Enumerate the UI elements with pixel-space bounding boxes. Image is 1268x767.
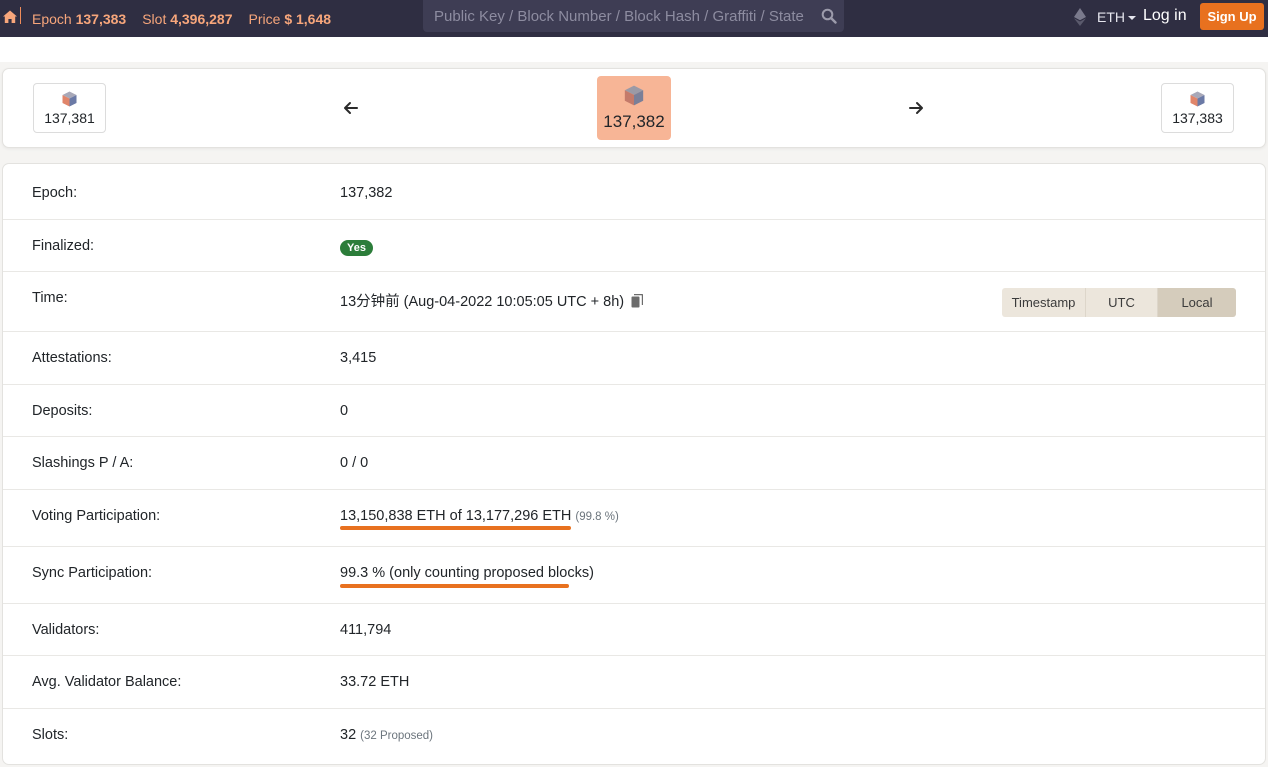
epoch-stat-label: Epoch bbox=[32, 10, 72, 27]
currency-dropdown[interactable]: ETH bbox=[1097, 9, 1136, 25]
search-icon[interactable] bbox=[821, 8, 837, 24]
detail-row-finalized: Finalized: Yes bbox=[3, 220, 1265, 272]
navbar-divider bbox=[20, 7, 21, 24]
slashings-label: Slashings P / A: bbox=[32, 455, 134, 471]
cube-icon bbox=[624, 85, 644, 105]
copy-icon[interactable] bbox=[631, 294, 644, 308]
search-bar bbox=[423, 0, 844, 32]
previous-epoch-number: 137,381 bbox=[44, 109, 95, 126]
slot-stat[interactable]: Slot 4,396,287 bbox=[142, 11, 232, 27]
time-label: Time: bbox=[32, 290, 68, 306]
slots-label: Slots: bbox=[32, 727, 69, 743]
navbar-spacer bbox=[0, 37, 1268, 62]
validators-label: Validators: bbox=[32, 622, 100, 638]
time-value: 13分钟前 (Aug-04-2022 10:05:05 UTC + 8h) bbox=[340, 294, 625, 310]
epoch-navigator: 137,381 137,382 137,383 bbox=[2, 68, 1266, 148]
sync-participation-value: 99.3 % (only counting proposed blocks) bbox=[340, 565, 594, 581]
local-button[interactable]: Local bbox=[1158, 288, 1236, 317]
avg-validator-balance-label: Avg. Validator Balance: bbox=[32, 674, 182, 690]
validators-value: 411,794 bbox=[340, 622, 392, 638]
network-stats: Epoch 137,383 Slot 4,396,287 Price $ 1,6… bbox=[32, 0, 347, 37]
sync-participation-label: Sync Participation: bbox=[32, 565, 153, 581]
current-epoch-card: 137,382 bbox=[597, 76, 671, 140]
previous-epoch-card[interactable]: 137,381 bbox=[33, 83, 106, 133]
login-link[interactable]: Log in bbox=[1143, 7, 1187, 25]
voting-highlight-underline bbox=[340, 526, 571, 530]
slot-stat-label: Slot bbox=[142, 10, 167, 27]
deposits-label: Deposits: bbox=[32, 403, 93, 419]
next-epoch-number: 137,383 bbox=[1172, 109, 1223, 126]
slots-proposed-note: (32 Proposed) bbox=[360, 730, 434, 742]
ethereum-icon bbox=[1074, 8, 1086, 26]
price-stat-value: $ 1,648 bbox=[284, 10, 332, 27]
search-input[interactable] bbox=[423, 0, 811, 32]
chevron-down-icon bbox=[1128, 16, 1136, 21]
sync-highlight-underline bbox=[340, 584, 569, 588]
epoch-details-table: Epoch: 137,382 Finalized: Yes Time: 13分钟… bbox=[2, 163, 1266, 765]
top-navbar: Epoch 137,383 Slot 4,396,287 Price $ 1,6… bbox=[0, 0, 1268, 37]
detail-row-sync-participation: Sync Participation: 99.3 % (only countin… bbox=[3, 547, 1265, 604]
attestations-label: Attestations: bbox=[32, 350, 112, 366]
voting-participation-percent: (99.8 %) bbox=[575, 511, 619, 523]
next-epoch-card[interactable]: 137,383 bbox=[1161, 83, 1234, 133]
detail-row-avg-validator-balance: Avg. Validator Balance: 33.72 ETH bbox=[3, 656, 1265, 709]
slashings-value: 0 / 0 bbox=[340, 455, 369, 471]
arrow-right-icon[interactable] bbox=[908, 100, 924, 116]
epoch-stat[interactable]: Epoch 137,383 bbox=[32, 11, 126, 27]
current-epoch-number: 137,382 bbox=[603, 111, 665, 131]
detail-row-epoch: Epoch: 137,382 bbox=[3, 164, 1265, 220]
attestations-value: 3,415 bbox=[340, 350, 377, 366]
timestamp-button[interactable]: Timestamp bbox=[1002, 288, 1086, 317]
finalized-label: Finalized: bbox=[32, 238, 95, 254]
avg-validator-balance-value: 33.72 ETH bbox=[340, 674, 410, 690]
slots-value: 32 bbox=[340, 727, 357, 743]
time-format-toggle: Timestamp UTC Local bbox=[1002, 288, 1236, 317]
price-stat: Price $ 1,648 bbox=[249, 11, 332, 27]
detail-row-validators: Validators: 411,794 bbox=[3, 604, 1265, 656]
slot-stat-value: 4,396,287 bbox=[170, 10, 233, 27]
voting-participation-label: Voting Participation: bbox=[32, 508, 161, 524]
detail-row-voting-participation: Voting Participation: 13,150,838 ETH of … bbox=[3, 490, 1265, 547]
epoch-label: Epoch: bbox=[32, 185, 78, 201]
cube-icon bbox=[1190, 91, 1205, 106]
epoch-value: 137,382 bbox=[340, 185, 393, 201]
signup-button[interactable]: Sign Up bbox=[1200, 3, 1264, 30]
price-stat-label: Price bbox=[248, 10, 281, 27]
detail-row-attestations: Attestations: 3,415 bbox=[3, 332, 1265, 385]
deposits-value: 0 bbox=[340, 403, 349, 419]
detail-row-slots: Slots: 32 (32 Proposed) bbox=[3, 709, 1265, 764]
utc-button[interactable]: UTC bbox=[1086, 288, 1158, 317]
currency-label: ETH bbox=[1097, 9, 1125, 25]
detail-row-slashings: Slashings P / A: 0 / 0 bbox=[3, 437, 1265, 490]
cube-icon bbox=[62, 91, 77, 106]
detail-row-deposits: Deposits: 0 bbox=[3, 385, 1265, 437]
voting-participation-value: 13,150,838 ETH of 13,177,296 ETH bbox=[340, 508, 572, 524]
home-icon[interactable] bbox=[2, 9, 18, 25]
arrow-left-icon[interactable] bbox=[343, 100, 359, 116]
finalized-badge: Yes bbox=[340, 240, 373, 256]
epoch-stat-value: 137,383 bbox=[75, 10, 127, 27]
